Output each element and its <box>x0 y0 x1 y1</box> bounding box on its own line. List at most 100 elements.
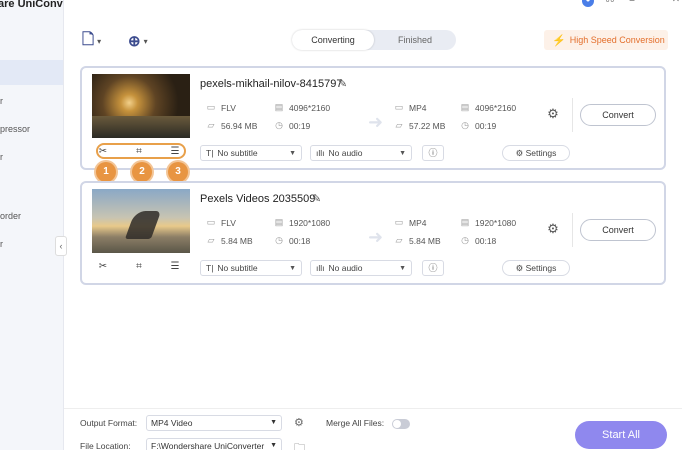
trim-icon[interactable]: ✂ <box>94 261 112 272</box>
trim-icon[interactable]: ✂ <box>94 146 112 157</box>
convert-button[interactable]: Convert <box>580 104 656 126</box>
folder-icon: ▱ <box>395 235 403 245</box>
settings-button[interactable]: ⚙ Settings <box>502 145 570 161</box>
source-resolution: ▤ 4096*2160 <box>274 102 331 113</box>
step-badge: 1 <box>96 162 116 182</box>
merge-all-files-toggle[interactable] <box>392 419 410 429</box>
audio-dropdown[interactable]: ıllı No audio ▼ <box>310 145 412 161</box>
subtitle-icon: T| <box>206 148 214 158</box>
clock-icon: ◷ <box>275 235 283 245</box>
resolution-icon: ▤ <box>274 102 284 112</box>
file-card: ✂ ⌗ ☰ 1 2 3 pexels-mikhail-nilov-8415797… <box>80 66 666 182</box>
lightning-icon: ⚡ <box>552 34 566 47</box>
close-icon[interactable]: ✕ <box>670 0 682 5</box>
divider <box>572 98 573 132</box>
format-icon: ▭ <box>394 217 404 227</box>
folder-icon: ▱ <box>395 120 403 130</box>
file-card: ✂ ⌗ ☰ Pexels Videos 2035509 ✎ ▭ FLV ▤ 1920… <box>80 181 666 285</box>
output-settings-icon[interactable]: ⚙ <box>542 106 564 126</box>
source-format: ▭ FLV <box>206 102 236 113</box>
format-settings-icon[interactable]: ⚙ <box>294 416 304 429</box>
settings-button[interactable]: ⚙ Settings <box>502 260 570 276</box>
tab-finished[interactable]: Finished <box>374 30 456 50</box>
format-icon: ▭ <box>394 102 404 112</box>
chevron-down-icon: ▼ <box>270 442 277 449</box>
clock-icon: ◷ <box>461 120 469 130</box>
target-duration: ◷ 00:19 <box>461 120 497 131</box>
video-thumbnail[interactable] <box>92 189 190 253</box>
output-settings-icon[interactable]: ⚙ <box>542 221 564 241</box>
source-size: ▱ 56.94 MB <box>207 120 258 131</box>
subtitle-dropdown[interactable]: T| No subtitle ▼ <box>200 145 302 161</box>
audio-dropdown[interactable]: ıllı No audio ▼ <box>310 260 412 276</box>
rename-icon[interactable]: ✎ <box>312 192 321 205</box>
sidebar-selected-item[interactable] <box>0 60 63 85</box>
chevron-down-icon: ▼ <box>270 419 277 426</box>
high-speed-label: High Speed Conversion <box>569 35 665 45</box>
effects-icon[interactable]: ☰ <box>166 146 184 157</box>
info-button[interactable]: ⓘ <box>422 145 444 161</box>
subtitle-icon: T| <box>206 263 214 273</box>
step-badge: 2 <box>132 162 152 182</box>
footer-bar: Output Format: MP4 Video ▼ ⚙ Merge All Fi… <box>64 408 682 450</box>
tab-converting[interactable]: Converting <box>292 30 374 50</box>
app-title: are UniConverter <box>0 0 63 10</box>
output-format-select[interactable]: MP4 Video ▼ <box>146 415 282 431</box>
sidebar-item-5[interactable]: order <box>0 211 21 221</box>
chevron-down-icon: ▼ <box>399 149 406 157</box>
crop-icon[interactable]: ⌗ <box>130 146 148 157</box>
target-resolution: ▤ 1920*1080 <box>460 217 517 228</box>
chevron-down-icon: ▾ <box>143 36 148 46</box>
add-media-button[interactable]: ⊕ ▾ <box>128 31 148 51</box>
chevron-down-icon: ▾ <box>97 36 102 46</box>
audio-icon: ıllı <box>316 148 325 158</box>
file-location-select[interactable]: F:\Wondershare UniConverter ▼ <box>146 438 282 450</box>
chevron-down-icon: ▼ <box>289 264 296 272</box>
start-all-button[interactable]: Start All <box>575 421 667 449</box>
file-location-label: File Location: <box>80 441 131 450</box>
resolution-icon: ▤ <box>460 102 470 112</box>
sidebar-item-1[interactable]: r <box>0 96 3 106</box>
high-speed-conversion-toggle[interactable]: ⚡ High Speed Conversion <box>544 30 668 50</box>
step-badge: 3 <box>168 162 188 182</box>
crop-icon[interactable]: ⌗ <box>130 261 148 272</box>
support-icon[interactable]: ☊ <box>604 0 616 5</box>
edit-tools: ✂ ⌗ ☰ <box>94 146 184 157</box>
user-icon[interactable]: ● <box>582 0 594 7</box>
target-size: ▱ 5.84 MB <box>395 235 441 246</box>
clock-icon: ◷ <box>275 120 283 130</box>
divider <box>572 213 573 247</box>
sidebar-item-3[interactable]: r <box>0 152 3 162</box>
info-button[interactable]: ⓘ <box>422 260 444 276</box>
chevron-down-icon: ▼ <box>399 264 406 272</box>
folder-icon[interactable]: 🗀 <box>294 439 305 450</box>
clock-icon: ◷ <box>461 235 469 245</box>
convert-button[interactable]: Convert <box>580 219 656 241</box>
minimize-icon[interactable]: – <box>648 0 660 5</box>
sidebar-item-2[interactable]: pressor <box>0 124 30 134</box>
subtitle-dropdown[interactable]: T| No subtitle ▼ <box>200 260 302 276</box>
window-controls: ● ☊ ≡ – ✕ <box>582 0 682 7</box>
menu-icon[interactable]: ≡ <box>626 0 638 5</box>
folder-icon: ▱ <box>207 235 215 245</box>
output-format-label: Output Format: <box>80 418 138 428</box>
format-icon: ▭ <box>206 217 216 227</box>
effects-icon[interactable]: ☰ <box>166 261 184 272</box>
edit-tools: ✂ ⌗ ☰ <box>94 261 184 272</box>
format-icon: ▭ <box>206 102 216 112</box>
rename-icon[interactable]: ✎ <box>338 77 347 90</box>
resolution-icon: ▤ <box>274 217 284 227</box>
arrow-right-icon: ➜ <box>368 227 384 247</box>
audio-icon: ıllı <box>316 263 325 273</box>
target-format: ▭ MP4 <box>394 102 427 113</box>
add-media-icon: ⊕ <box>128 33 141 50</box>
source-duration: ◷ 00:18 <box>275 235 311 246</box>
collapse-sidebar-icon[interactable]: ‹ <box>55 236 67 256</box>
chevron-down-icon: ▼ <box>289 149 296 157</box>
settings-icon: ⚙ <box>515 148 526 158</box>
add-files-button[interactable]: 🗋 ▾ <box>82 31 101 51</box>
video-thumbnail[interactable] <box>92 74 190 138</box>
sidebar-item-6[interactable]: r <box>0 239 3 249</box>
file-name: pexels-mikhail-nilov-8415797 <box>200 78 343 90</box>
source-duration: ◷ 00:19 <box>275 120 311 131</box>
